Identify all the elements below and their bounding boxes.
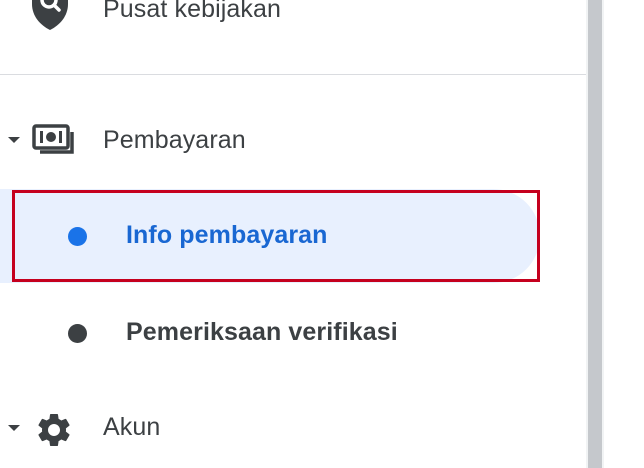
- scrollbar-thumb[interactable]: [588, 0, 602, 468]
- sidebar-item-label: Pembayaran: [103, 126, 246, 154]
- caret-down-icon[interactable]: [8, 137, 20, 143]
- sidebar-item-label: Info pembayaran: [126, 221, 328, 249]
- sidebar-item-label: Akun: [103, 413, 161, 441]
- sidebar-item-payment-info[interactable]: Info pembayaran: [0, 189, 586, 283]
- content-area: [604, 0, 644, 468]
- gear-icon: [34, 410, 74, 450]
- sidebar-divider: [0, 74, 586, 75]
- sidebar-item-label: Pemeriksaan verifikasi: [126, 318, 398, 346]
- sidebar-item-label: Pusat kebijakan: [103, 0, 282, 23]
- sidebar-item-policy-center[interactable]: Pusat kebijakan: [0, 0, 586, 38]
- bullet-dot-icon: [68, 324, 87, 343]
- sidebar-item-verification-check[interactable]: Pemeriksaan verifikasi: [0, 306, 586, 358]
- caret-down-icon[interactable]: [8, 425, 20, 431]
- sidebar-nav: Pusat kebijakan Pembayaran Info pembayar…: [0, 0, 586, 468]
- sidebar-item-account[interactable]: Akun: [0, 402, 586, 454]
- sidebar-item-payments[interactable]: Pembayaran: [0, 114, 586, 166]
- bullet-dot-icon: [68, 227, 87, 246]
- payments-cash-icon: [32, 124, 76, 158]
- shield-search-icon: [30, 0, 70, 32]
